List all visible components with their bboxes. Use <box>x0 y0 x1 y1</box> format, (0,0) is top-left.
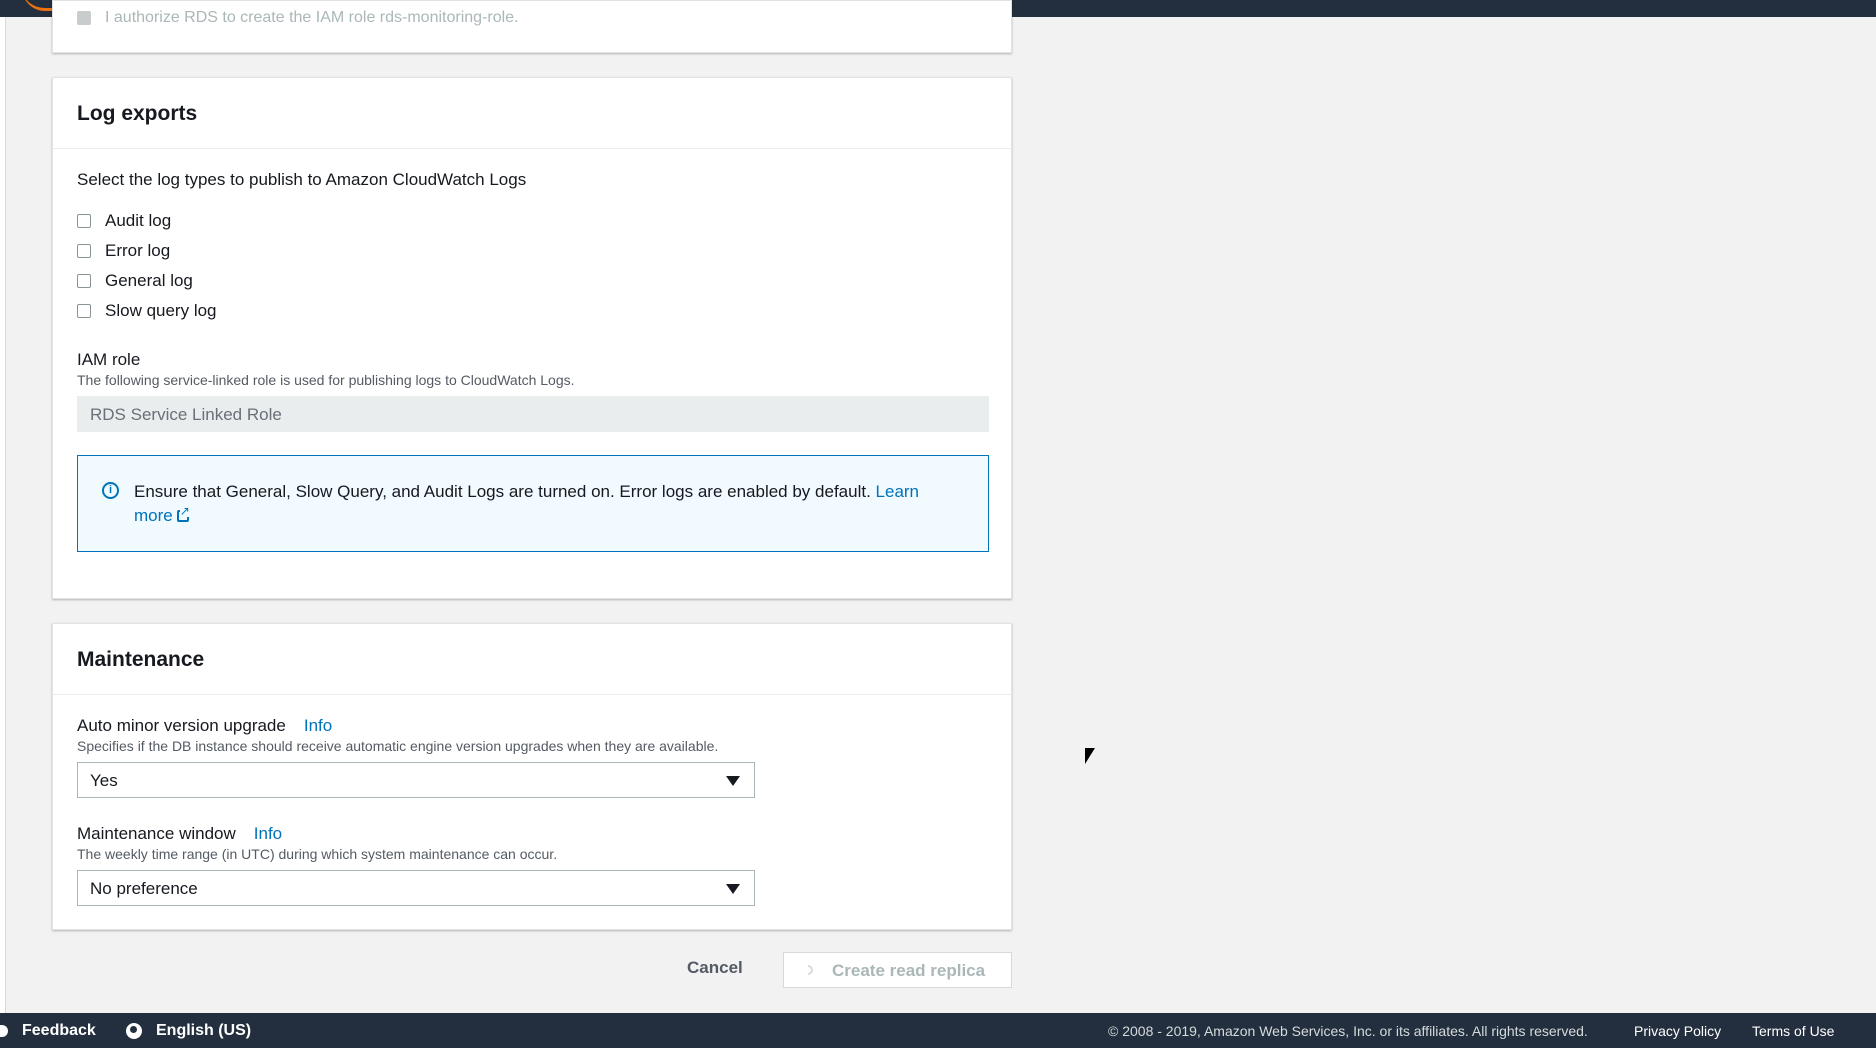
general-log-label: General log <box>105 271 193 290</box>
maintenance-window-label-text: Maintenance window <box>77 824 236 843</box>
auto-minor-upgrade-hint: Specifies if the DB instance should rece… <box>77 738 719 754</box>
auto-minor-upgrade-select[interactable]: Yes <box>77 762 755 798</box>
copyright-text: © 2008 - 2019, Amazon Web Services, Inc.… <box>1108 1023 1588 1039</box>
maintenance-window-select[interactable]: No preference <box>77 870 755 906</box>
general-log-checkbox[interactable] <box>77 274 91 288</box>
audit-log-checkbox[interactable] <box>77 214 91 228</box>
authorize-role-checkbox[interactable] <box>77 11 91 25</box>
loading-spinner-icon <box>800 962 816 978</box>
cancel-button[interactable]: Cancel <box>687 958 743 978</box>
general-log-option[interactable]: General log <box>77 270 193 292</box>
log-info-message: Ensure that General, Slow Query, and Aud… <box>134 482 871 501</box>
log-exports-description: Select the log types to publish to Amazo… <box>77 170 527 189</box>
iam-role-field: RDS Service Linked Role <box>77 396 989 432</box>
log-exports-panel: Log exports Select the log types to publ… <box>52 77 1012 599</box>
side-nav-edge <box>0 17 6 1013</box>
create-read-replica-button[interactable]: Create read replica <box>783 952 1012 988</box>
slow-query-log-label: Slow query log <box>105 301 217 320</box>
auto-minor-upgrade-label: Auto minor version upgrade Info <box>77 716 332 736</box>
feedback-link[interactable]: Feedback <box>22 1022 96 1040</box>
authorize-role-label: I authorize RDS to create the IAM role r… <box>105 9 519 26</box>
log-info-text: Ensure that General, Slow Query, and Aud… <box>134 480 954 528</box>
auto-minor-upgrade-label-text: Auto minor version upgrade <box>77 716 286 735</box>
slow-query-log-checkbox[interactable] <box>77 304 91 318</box>
slow-query-log-option[interactable]: Slow query log <box>77 300 217 322</box>
external-link-icon <box>176 505 190 522</box>
create-read-replica-label: Create read replica <box>832 961 986 980</box>
maintenance-header: Maintenance <box>53 624 1011 695</box>
privacy-policy-link[interactable]: Privacy Policy <box>1634 1023 1721 1039</box>
audit-log-label: Audit log <box>105 211 172 230</box>
monitoring-panel: I authorize RDS to create the IAM role r… <box>52 0 1012 53</box>
iam-role-value: RDS Service Linked Role <box>90 405 282 424</box>
log-info-alert: i Ensure that General, Slow Query, and A… <box>77 455 989 552</box>
auto-minor-upgrade-value: Yes <box>90 771 118 790</box>
language-selector[interactable]: English (US) <box>156 1022 251 1040</box>
audit-log-option[interactable]: Audit log <box>77 210 171 232</box>
caret-down-icon <box>726 884 740 894</box>
iam-role-label: IAM role <box>77 350 141 369</box>
maintenance-title: Maintenance <box>77 648 205 671</box>
log-exports-header: Log exports <box>53 78 1011 149</box>
maintenance-panel: Maintenance Auto minor version upgrade In… <box>52 623 1012 930</box>
caret-down-icon <box>726 776 740 786</box>
maintenance-window-label: Maintenance window Info <box>77 824 282 844</box>
console-footer: Feedback English (US) © 2008 - 2019, Ama… <box>0 1013 1876 1048</box>
error-log-checkbox[interactable] <box>77 244 91 258</box>
log-exports-title: Log exports <box>77 102 198 125</box>
auto-minor-upgrade-info-link[interactable]: Info <box>304 716 332 735</box>
mouse-cursor-icon <box>1085 748 1095 764</box>
error-log-label: Error log <box>105 241 171 260</box>
info-circle-icon: i <box>102 482 119 499</box>
maintenance-window-hint: The weekly time range (in UTC) during wh… <box>77 846 558 862</box>
error-log-option[interactable]: Error log <box>77 240 170 262</box>
maintenance-window-info-link[interactable]: Info <box>254 824 282 843</box>
globe-icon <box>126 1023 142 1039</box>
feedback-icon <box>0 1025 8 1037</box>
terms-of-use-link[interactable]: Terms of Use <box>1752 1023 1834 1039</box>
maintenance-window-value: No preference <box>90 879 198 898</box>
iam-role-hint: The following service-linked role is use… <box>77 372 575 388</box>
